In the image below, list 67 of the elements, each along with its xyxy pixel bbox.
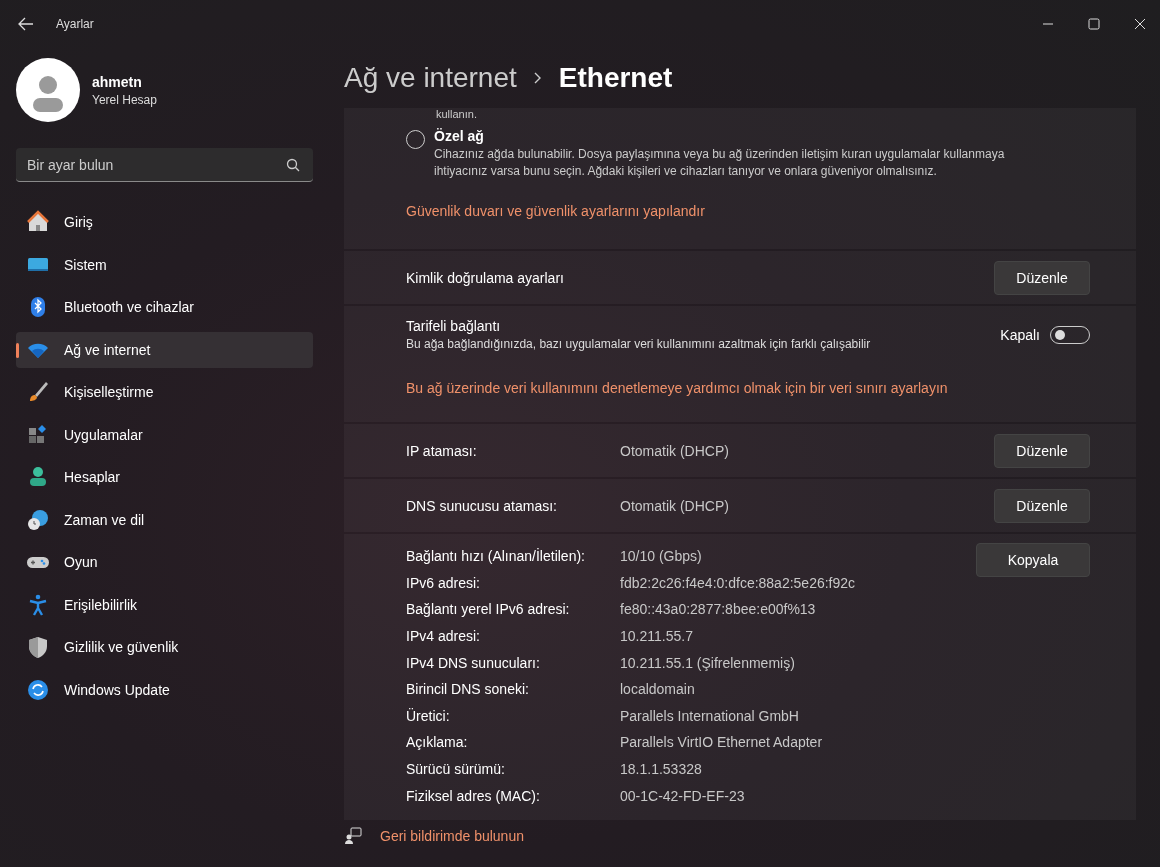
property-label: Fiziksel adres (MAC):: [406, 787, 541, 804]
property-value: 10.211.55.7: [620, 628, 693, 645]
property-label: Üretici:: [406, 707, 451, 724]
property-value: fdb2:2c26:f4e4:0:dfce:88a2:5e26:f92c: [620, 574, 856, 591]
feedback-link[interactable]: Geri bildirimde bulunun: [380, 827, 524, 844]
sidebar-item[interactable]: Uygulamalar: [16, 416, 313, 453]
radio-label: Özel ağ: [434, 128, 485, 144]
row-description: Bu ağa bağlandığınızda, bazı uygulamalar veri kullanımını azaltmak için farklı çalışabilir: [406, 337, 871, 351]
sidebar-item[interactable]: Gizlilik ve güvenlik: [16, 629, 313, 665]
sidebar-item[interactable]: Kişiselleştirme: [16, 374, 313, 410]
property-value: Parallels VirtIO Ethernet Adapter: [620, 734, 823, 751]
chevron-right-icon: [532, 71, 543, 85]
row-label: Kimlik doğrulama ayarları: [406, 269, 564, 286]
property-label: IPv6 adresi:: [406, 574, 481, 591]
radio-description: Cihazınız ağda bulunabilir. Dosya paylaşımına veya bu ağ üzerinden iletişim kuran uygulamalar kullanmaya ihtiyacınız varsa bunu seçin. Ağdaki kişileri ve cihazları tanıyor ve onlara güveniyor olmalısınız.: [434, 146, 1006, 180]
property-value: localdomain: [620, 681, 695, 698]
property-label: IPv4 adresi:: [406, 628, 481, 645]
property-value: 18.1.1.53328: [620, 761, 702, 778]
property-label: Bağlantı hızı (Alınan/İletilen):: [406, 548, 586, 565]
close-icon[interactable]: [1134, 18, 1146, 30]
sidebar-item[interactable]: Sistem: [16, 246, 313, 283]
property-value: 10.211.55.1 (Şifrelenmemiş): [620, 654, 795, 671]
globe-clock-icon: [26, 507, 50, 532]
truncated-text: kullanın.: [436, 108, 478, 120]
property-value: 10/10 (Gbps): [620, 548, 702, 565]
sync-icon: [26, 677, 50, 702]
feedback-icon: [344, 826, 362, 845]
sidebar-item[interactable]: Ağ ve internet: [16, 331, 313, 368]
sidebar-item[interactable]: Windows Update: [16, 671, 313, 708]
edit-button[interactable]: Düzenle: [994, 260, 1090, 295]
edit-button[interactable]: Düzenle: [994, 433, 1090, 468]
row-value: Otomatik (DHCP): [620, 497, 729, 514]
window-title: Ayarlar: [56, 17, 94, 31]
property-label: Birincil DNS soneki:: [406, 681, 530, 698]
maximize-icon[interactable]: [1088, 18, 1100, 30]
shield-icon: [26, 635, 50, 659]
search-icon: [286, 158, 300, 172]
page-title: Ethernet: [558, 62, 673, 94]
sidebar-item[interactable]: Bluetooth ve cihazlar: [16, 289, 313, 325]
property-value: fe80::43a0:2877:8bee:e00f%13: [620, 601, 816, 618]
avatar-icon: [16, 58, 80, 122]
copy-button[interactable]: Kopyala: [976, 543, 1090, 577]
property-label: Açıklama:: [406, 734, 469, 751]
property-value: Parallels International GmbH: [620, 707, 799, 724]
user-name: ahmetn: [92, 73, 143, 90]
breadcrumb-parent[interactable]: Ağ ve internet: [344, 62, 517, 94]
toggle-state-label: Kapalı: [1000, 326, 1040, 343]
edit-button[interactable]: Düzenle: [994, 488, 1090, 523]
property-label: Sürücü sürümü:: [406, 761, 506, 778]
firewall-settings-link[interactable]: Güvenlik duvarı ve güvenlik ayarlarını yapılandır: [406, 203, 705, 219]
property-label: IPv4 DNS sunucuları:: [406, 654, 541, 671]
property-value: 00-1C-42-FD-EF-23: [620, 787, 745, 804]
back-icon[interactable]: [18, 17, 34, 31]
sidebar-item[interactable]: Zaman ve dil: [16, 501, 313, 538]
sidebar-item[interactable]: Hesaplar: [16, 459, 313, 495]
property-label: Bağlantı yerel IPv6 adresi:: [406, 601, 571, 618]
row-label: DNS sunucusu ataması:: [406, 497, 558, 514]
row-label: Tarifeli bağlantı: [406, 318, 502, 334]
data-limit-link[interactable]: Bu ağ üzerinde veri kullanımını denetlemeye yardımcı olmak için bir veri sınırı ayarlayın: [406, 380, 948, 396]
sidebar-item[interactable]: Erişilebilirlik: [16, 586, 313, 623]
row-value: Otomatik (DHCP): [620, 442, 729, 459]
search-field[interactable]: Bir ayar bulun: [16, 148, 313, 182]
home-icon: [26, 210, 50, 234]
sidebar-item[interactable]: Oyun: [16, 544, 313, 580]
account-type: Yerel Hesap: [92, 92, 157, 107]
sidebar-item[interactable]: Giriş: [16, 204, 313, 240]
row-label: IP ataması:: [406, 442, 478, 459]
